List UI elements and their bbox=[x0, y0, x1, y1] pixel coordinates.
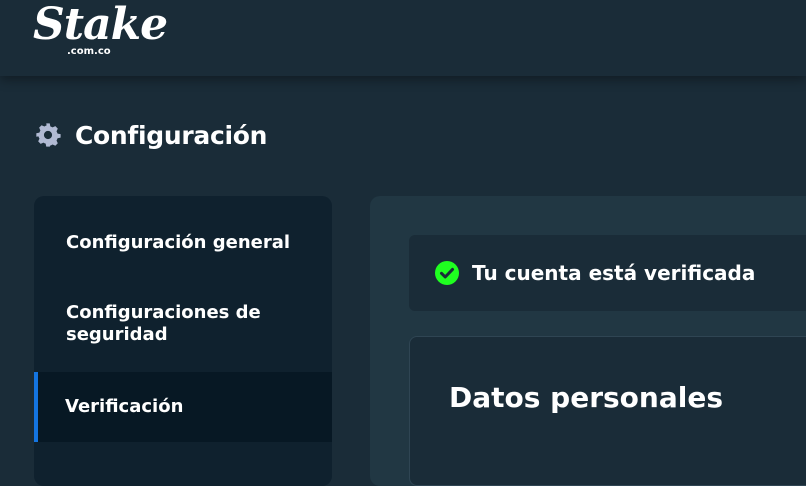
gear-icon bbox=[36, 123, 61, 147]
personal-data-panel: Datos personales bbox=[409, 336, 806, 486]
sidebar-item-security[interactable]: Configuraciones de seguridad bbox=[34, 302, 274, 346]
logo-wordmark: Stake bbox=[33, 0, 168, 50]
sidebar-item-label: Verificación bbox=[65, 396, 184, 417]
sidebar-item-general[interactable]: Configuración general bbox=[34, 232, 332, 254]
verified-message: Tu cuenta está verificada bbox=[472, 261, 756, 285]
page-heading: Configuración bbox=[34, 118, 267, 152]
top-bar: Stake .com.co bbox=[0, 0, 806, 76]
logo-domain: .com.co bbox=[67, 46, 111, 57]
verified-banner: Tu cuenta está verificada bbox=[409, 235, 806, 311]
personal-data-title: Datos personales bbox=[449, 381, 723, 414]
page-title: Configuración bbox=[75, 120, 268, 150]
check-circle-icon bbox=[435, 261, 459, 285]
sidebar-item-verification[interactable]: Verificación bbox=[34, 372, 332, 442]
settings-sidebar: Configuración general Configuraciones de… bbox=[34, 196, 332, 486]
stake-logo[interactable]: Stake .com.co bbox=[33, 0, 168, 58]
